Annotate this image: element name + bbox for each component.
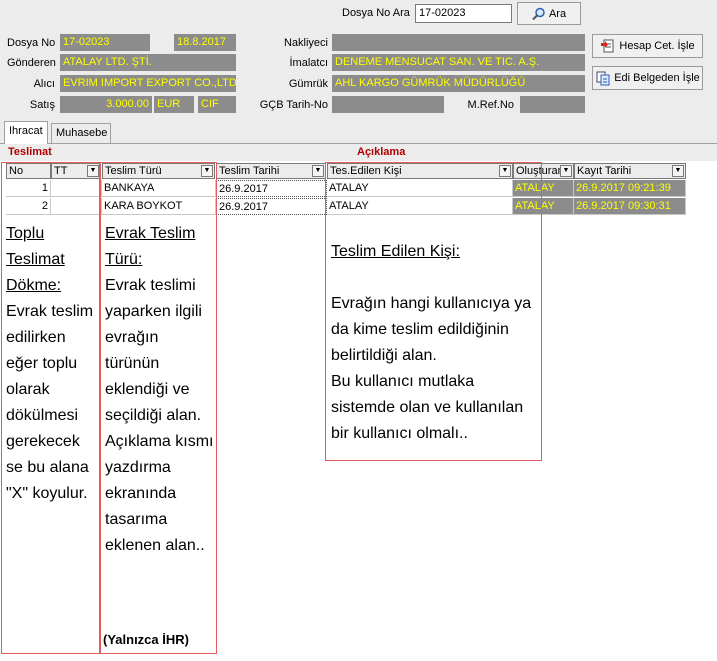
note-title: Evrak Teslim Türü: — [105, 225, 196, 268]
search-input[interactable]: 17-02023 — [415, 4, 512, 23]
hesap-cetveli-label: Hesap Cet. İşle — [619, 40, 695, 52]
edi-belgeden-label: Edi Belgeden İşle — [614, 72, 700, 84]
nakliyeci-field[interactable] — [332, 34, 585, 51]
edi-belgeden-button[interactable]: Edi Belgeden İşle — [592, 66, 703, 90]
search-label: Dosya No Ara — [342, 7, 410, 19]
note-body: Evrak teslim edilirken eğer toplu olarak… — [6, 303, 94, 502]
note-title: Teslim Edilen Kişi: — [331, 243, 460, 260]
note-body: Evrak teslimi yaparken ilgili evrağın tü… — [105, 277, 214, 554]
tab-ihracat[interactable]: Ihracat — [4, 121, 48, 144]
alici-field[interactable]: EVRIM IMPORT EXPORT CO.,LTD. — [60, 75, 236, 92]
note-toplu-teslimat: Toplu Teslimat Dökme: Evrak teslim edili… — [6, 221, 96, 507]
satis-amount-field[interactable]: 3.000.00 — [60, 96, 152, 113]
column-header-label: Kayıt Tarihi — [577, 165, 632, 177]
note-body: Evrağın hangi kullanıcıya ya da kime tes… — [331, 295, 532, 442]
imalatci-field[interactable]: DENEME MENSUCAT SAN. VE TIC. A.Ş. — [332, 54, 585, 71]
chevron-down-icon[interactable]: ▼ — [312, 165, 324, 177]
column-header-kayit-tarihi[interactable]: Kayıt Tarihi ▼ — [574, 163, 686, 179]
note-title: Toplu Teslimat Dökme: — [6, 225, 65, 294]
dosya-date-field[interactable]: 18.8.2017 — [174, 34, 236, 51]
satis-currency-field[interactable]: EUR — [154, 96, 194, 113]
gonderen-label: Gönderen — [7, 57, 56, 69]
imalatci-label: İmalatcı — [289, 57, 328, 69]
group-band: Teslimat Açıklama — [0, 144, 717, 161]
mref-label: M.Ref.No — [467, 99, 514, 111]
documents-icon — [596, 71, 610, 86]
cell-kayit-tarihi[interactable]: 26.9.2017 09:30:31 — [574, 198, 686, 215]
cell-teslim-tarihi[interactable]: 26.9.2017 — [216, 198, 327, 215]
gumruk-field[interactable]: AHL KARGO GÜMRÜK MÜDÜRLÜĞÜ — [332, 75, 585, 92]
dosya-no-field[interactable]: 17-02023 — [60, 34, 150, 51]
chevron-down-icon[interactable]: ▼ — [672, 165, 684, 177]
nakliyeci-label: Nakliyeci — [283, 37, 328, 49]
hesap-cetveli-button[interactable]: Hesap Cet. İşle — [592, 34, 703, 58]
cell-kayit-tarihi[interactable]: 26.9.2017 09:21:39 — [574, 180, 686, 197]
tab-muhasebe[interactable]: Muhasebe — [51, 123, 111, 143]
note-evrak-teslim-turu: Evrak Teslim Türü: Evrak teslimi yaparke… — [105, 221, 215, 559]
gumruk-label: Gümrük — [288, 78, 328, 90]
teslimat-group-label: Teslimat — [8, 146, 52, 158]
note-footnote: (Yalnızca İHR) — [103, 632, 189, 647]
document-arrow-icon — [601, 39, 614, 53]
aciklama-group-label: Açıklama — [357, 146, 406, 158]
dosya-no-label: Dosya No — [7, 37, 56, 49]
gcb-field[interactable] — [332, 96, 444, 113]
note-teslim-edilen-kisi: Teslim Edilen Kişi: Evrağın hangi kullan… — [331, 213, 541, 473]
search-icon — [532, 7, 545, 20]
cell-teslim-tarihi[interactable]: 26.9.2017 — [216, 180, 327, 197]
search-button-label: Ara — [548, 7, 567, 20]
chevron-down-icon[interactable]: ▼ — [560, 165, 572, 177]
column-header-teslim-tarihi[interactable]: Teslim Tarihi ▼ — [216, 163, 326, 179]
alici-label: Alıcı — [33, 78, 55, 90]
column-header-label: Teslim Tarihi — [219, 165, 280, 177]
satis-terms-field[interactable]: CIF — [198, 96, 236, 113]
satis-label: Satış — [29, 99, 55, 111]
gcb-label: GÇB Tarih-No — [259, 99, 328, 111]
gonderen-field[interactable]: ATALAY LTD. ŞTİ. — [60, 54, 236, 71]
search-button[interactable]: Ara — [517, 2, 581, 25]
mref-field[interactable] — [520, 96, 585, 113]
